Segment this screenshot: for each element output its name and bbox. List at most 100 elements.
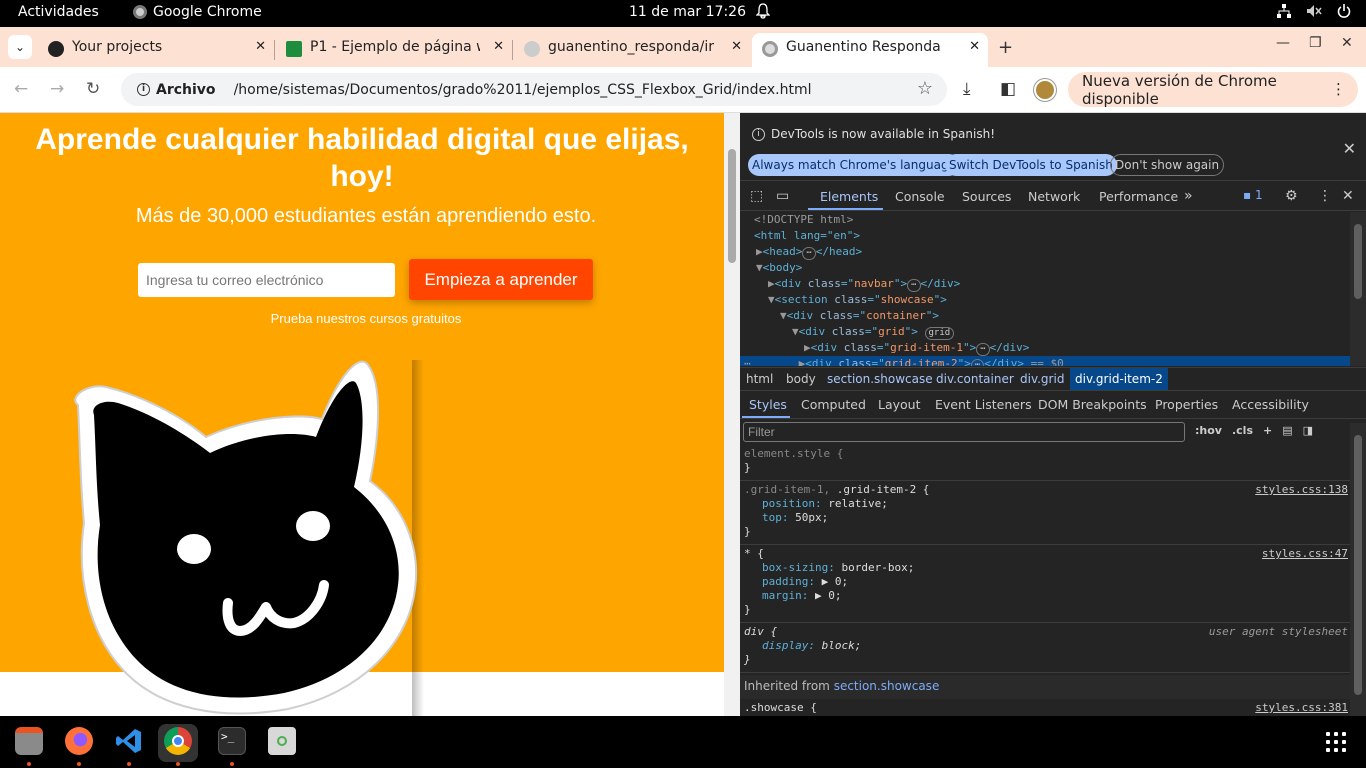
tab-guanentino-responda[interactable]: Guanentino Responda ✕ — [752, 33, 988, 67]
side-panel-icon[interactable]: ◧ — [1000, 79, 1016, 99]
chrome-app[interactable] — [158, 724, 198, 762]
tab-sources[interactable]: Sources — [962, 189, 1011, 204]
subtab-computed[interactable]: Computed — [801, 397, 866, 412]
subtab-event-listeners[interactable]: Event Listeners — [935, 397, 1032, 412]
match-language-button[interactable]: Always match Chrome's language — [748, 154, 960, 176]
prop-name[interactable]: padding — [762, 575, 808, 588]
tab-close-icon[interactable]: ✕ — [969, 39, 980, 54]
url-text[interactable]: /home/sistemas/Documentos/grado%2011/eje… — [234, 82, 914, 98]
device-toolbar-icon[interactable]: ▭ — [776, 188, 789, 204]
new-tab-button[interactable]: + — [998, 37, 1013, 58]
app-menu[interactable]: Google Chrome — [133, 4, 262, 20]
terminal-app[interactable]: >_ — [212, 724, 252, 762]
tab-guanentino-repo[interactable]: guanentino_responda/ir ✕ — [514, 33, 750, 67]
hov-toggle[interactable]: :hov — [1195, 424, 1222, 437]
address-bar[interactable]: i Archivo /home/sistemas/Documentos/grad… — [121, 73, 947, 106]
source-link[interactable]: styles.css:47 — [1262, 547, 1348, 561]
dom-node-grid-item-1[interactable]: ▶<div class="grid-item-1"> ⋯ </div> — [804, 340, 1029, 356]
free-courses-link[interactable]: Prueba nuestros cursos gratuitos — [0, 311, 724, 326]
close-window-icon[interactable]: ✕ — [1341, 35, 1353, 51]
tab-close-icon[interactable]: ✕ — [731, 39, 742, 54]
switch-spanish-button[interactable]: Switch DevTools to Spanish — [945, 154, 1117, 176]
prop-value[interactable]: relative; — [828, 497, 888, 510]
tab-your-projects[interactable]: Your projects ✕ — [38, 33, 274, 67]
kebab-menu-icon[interactable]: ⋮ — [1331, 80, 1346, 98]
tab-p1-ejemplo[interactable]: P1 - Ejemplo de página w ✕ — [276, 33, 512, 67]
close-banner-icon[interactable]: ✕ — [1343, 139, 1356, 158]
activities-button[interactable]: Actividades — [18, 4, 99, 20]
dont-show-again-button[interactable]: Don't show again — [1110, 154, 1225, 176]
crumb-section-showcase[interactable]: section.showcase — [827, 372, 933, 386]
rule-universal[interactable]: * { styles.css:47 box-sizing: border-box… — [740, 547, 1350, 623]
forward-icon[interactable]: → — [50, 79, 64, 99]
reload-icon[interactable]: ↻ — [86, 79, 100, 99]
vscode-app[interactable] — [109, 724, 149, 762]
subtab-accessibility[interactable]: Accessibility — [1232, 397, 1309, 412]
cls-toggle[interactable]: .cls — [1232, 424, 1253, 437]
subtab-dom-breakpoints[interactable]: DOM Breakpoints — [1038, 397, 1147, 412]
grid-badge[interactable]: grid — [924, 327, 955, 340]
show-apps-icon[interactable] — [1326, 732, 1346, 752]
dom-node-doctype[interactable]: <!DOCTYPE html> — [754, 212, 853, 228]
rule-grid-item[interactable]: .grid-item-1, .grid-item-2 { styles.css:… — [740, 483, 1350, 545]
prop-name[interactable]: position — [762, 497, 815, 510]
prop-name[interactable]: top — [762, 511, 782, 524]
minimize-icon[interactable]: — — [1276, 35, 1290, 51]
subtab-layout[interactable]: Layout — [878, 397, 921, 412]
close-devtools-icon[interactable]: ✕ — [1342, 188, 1354, 204]
dom-node-head[interactable]: ▶<head> ⋯ </head> — [756, 244, 862, 260]
clock[interactable]: 11 de mar 17:26 — [629, 4, 746, 20]
more-tabs-icon[interactable]: » — [1184, 188, 1193, 204]
back-icon[interactable]: ← — [14, 79, 28, 99]
toggle-sidebar-icon[interactable]: ◨ — [1303, 424, 1313, 437]
prop-value[interactable]: 0; — [835, 575, 848, 588]
dom-node-showcase[interactable]: ▼<section class="showcase"> — [768, 292, 947, 308]
tab-search-button[interactable]: ⌄ — [8, 35, 32, 59]
new-rule-icon[interactable]: + — [1263, 424, 1272, 437]
dom-node-navbar[interactable]: ▶<div class="navbar"> ⋯ </div> — [768, 276, 960, 292]
prop-name[interactable]: box-sizing — [762, 561, 828, 574]
prop-name[interactable]: margin — [762, 589, 802, 602]
source-link[interactable]: styles.css:138 — [1255, 483, 1348, 497]
crumb-div-grid[interactable]: div.grid — [1020, 372, 1064, 386]
trash-app[interactable] — [262, 724, 302, 762]
profile-avatar[interactable] — [1034, 79, 1056, 101]
dom-node-html[interactable]: <html lang="en"> — [754, 228, 860, 244]
styles-filter-input[interactable] — [743, 422, 1185, 442]
email-input[interactable] — [138, 263, 395, 297]
chrome-update-button[interactable]: Nueva versión de Chrome disponible ⋮ — [1068, 72, 1358, 108]
devtools-menu-icon[interactable]: ⋮ — [1318, 188, 1332, 204]
tab-close-icon[interactable]: ✕ — [493, 39, 504, 54]
tab-performance[interactable]: Performance — [1099, 189, 1178, 204]
download-icon[interactable]: ⤓ — [963, 79, 971, 99]
prop-value[interactable]: 50px; — [795, 511, 828, 524]
rule-showcase[interactable]: .showcase { styles.css:381 — [740, 701, 1350, 716]
site-info-chip[interactable]: i Archivo — [129, 77, 224, 102]
tab-network[interactable]: Network — [1028, 189, 1080, 204]
page-scrollbar[interactable] — [724, 113, 740, 716]
settings-gear-icon[interactable]: ⚙ — [1285, 188, 1298, 204]
tab-elements[interactable]: Elements — [820, 189, 878, 204]
rule-div-ua[interactable]: div { user agent stylesheet display: blo… — [740, 625, 1350, 673]
files-app[interactable] — [9, 724, 49, 762]
dom-scrollbar[interactable] — [1350, 212, 1366, 366]
inherited-link[interactable]: section.showcase — [834, 679, 940, 693]
bookmark-star-icon[interactable]: ☆ — [917, 78, 933, 99]
dom-node-grid-item-2[interactable]: ⋯ ▶<div class="grid-item-2"> ⋯ </div> == $0 — [740, 356, 1350, 366]
tab-console[interactable]: Console — [895, 189, 945, 204]
dom-node-container[interactable]: ▼<div class="container"> — [780, 308, 939, 324]
crumb-html[interactable]: html — [746, 372, 773, 386]
tab-close-icon[interactable]: ✕ — [255, 39, 266, 54]
restore-icon[interactable]: ❐ — [1309, 35, 1322, 51]
rule-element-style[interactable]: element.style { } — [740, 447, 1350, 481]
source-link[interactable]: styles.css:381 — [1255, 701, 1348, 715]
prop-value[interactable]: 0; — [828, 589, 841, 602]
paint-icon[interactable]: ▤ — [1282, 424, 1292, 437]
crumb-body[interactable]: body — [786, 372, 816, 386]
prop-value[interactable]: border-box; — [841, 561, 914, 574]
firefox-app[interactable] — [59, 724, 99, 762]
styles-scrollbar[interactable] — [1350, 423, 1366, 716]
subtab-properties[interactable]: Properties — [1155, 397, 1218, 412]
dom-node-grid[interactable]: ▼<div class="grid"> grid — [792, 324, 955, 340]
inspect-element-icon[interactable]: ⬚ — [750, 188, 763, 204]
